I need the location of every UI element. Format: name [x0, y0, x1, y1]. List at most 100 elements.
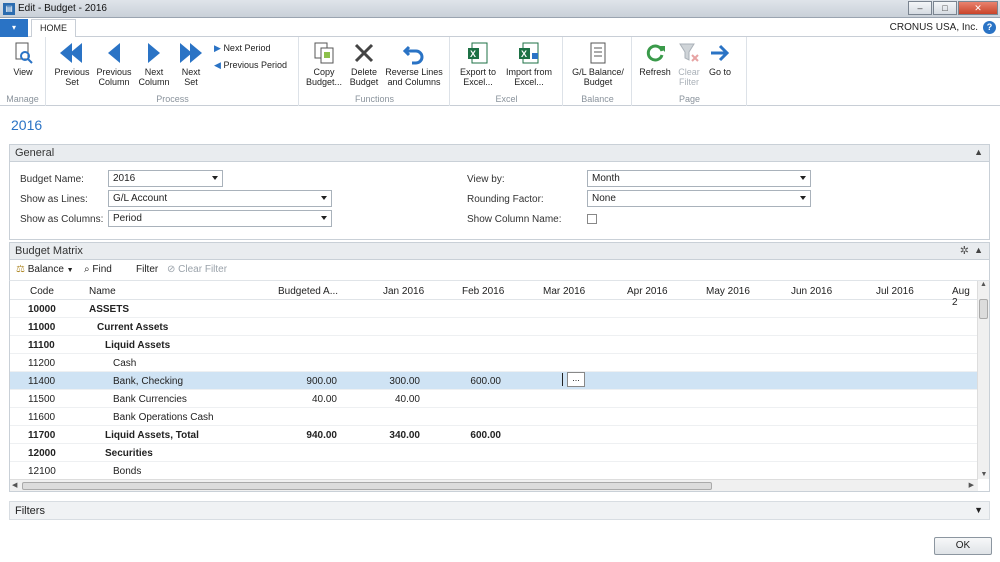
ok-button[interactable]: OK — [934, 537, 992, 555]
scroll-up-icon[interactable]: ▲ — [978, 281, 989, 288]
collapse-chevron-icon[interactable]: ▲ — [974, 147, 983, 157]
scroll-left-icon[interactable]: ◀ — [12, 481, 17, 489]
delete-budget-button[interactable]: Delete Budget — [346, 41, 382, 87]
balance-menu-button[interactable]: ⚖ Balance ▼ — [16, 264, 74, 275]
horizontal-scroll-thumb[interactable] — [22, 482, 712, 490]
dropdown-arrow-icon[interactable] — [800, 196, 806, 200]
scroll-down-icon[interactable]: ▼ — [978, 471, 989, 478]
row-name[interactable]: Bank, Checking — [113, 376, 183, 387]
row-budgeted-amount[interactable]: 940.00 — [306, 430, 337, 441]
show-column-name-checkbox[interactable] — [587, 214, 597, 224]
row-code[interactable]: 11500 — [28, 394, 55, 405]
row-jan-2016[interactable]: 40.00 — [395, 394, 420, 405]
table-row[interactable]: 10000 ASSETS — [10, 300, 978, 318]
filters-section-header[interactable]: Filters ▼ — [9, 501, 990, 520]
next-period-button[interactable]: ▶ Next Period — [214, 43, 270, 54]
gl-balance-budget-button[interactable]: G/L Balance/ Budget — [568, 41, 628, 87]
table-row[interactable]: 11600 Bank Operations Cash — [10, 408, 978, 426]
column-header-name[interactable]: Name — [89, 286, 116, 297]
expand-chevron-icon[interactable]: ▼ — [974, 505, 983, 515]
row-jan-2016[interactable]: 300.00 — [389, 376, 420, 387]
table-row[interactable]: 11100 Liquid Assets — [10, 336, 978, 354]
row-code[interactable]: 11100 — [28, 340, 55, 351]
row-code[interactable]: 12000 — [28, 448, 56, 459]
row-name[interactable]: Current Assets — [97, 322, 168, 333]
row-name[interactable]: Liquid Assets, Total — [105, 430, 199, 441]
tab-home[interactable]: HOME — [31, 19, 76, 38]
row-code[interactable]: 12100 — [28, 466, 56, 477]
filter-button[interactable]: Filter — [136, 264, 158, 275]
general-section-header[interactable]: General ▲ — [9, 144, 990, 162]
show-as-columns-select[interactable]: Period — [108, 210, 332, 227]
table-row[interactable]: 11500 Bank Currencies 40.00 40.00 — [10, 390, 978, 408]
table-row[interactable]: 11700 Liquid Assets, Total 940.00 340.00 600… — [10, 426, 978, 444]
column-header-may-2016[interactable]: May 2016 — [706, 286, 750, 297]
maximize-button[interactable]: □ — [933, 1, 957, 15]
next-set-button[interactable]: Next Set — [174, 41, 208, 87]
row-name[interactable]: Bonds — [113, 466, 141, 477]
row-name[interactable]: ASSETS — [89, 304, 129, 315]
row-feb-2016[interactable]: 600.00 — [470, 430, 501, 441]
vertical-scroll-thumb[interactable] — [979, 299, 988, 319]
import-from-excel-button[interactable]: X Import from Excel... — [501, 41, 557, 87]
horizontal-scrollbar[interactable]: ◀ ▶ — [10, 479, 978, 491]
settings-gear-icon[interactable]: ✲ — [960, 244, 969, 257]
column-header-mar-2016[interactable]: Mar 2016 — [543, 286, 585, 297]
column-header-budgeted[interactable]: Budgeted A... — [278, 286, 338, 297]
file-menu-button[interactable]: ▾ — [0, 19, 28, 37]
column-header-jan-2016[interactable]: Jan 2016 — [383, 286, 424, 297]
row-name[interactable]: Liquid Assets — [105, 340, 170, 351]
budget-matrix-header[interactable]: Budget Matrix ✲ ▲ — [9, 242, 990, 260]
row-feb-2016[interactable]: 600.00 — [470, 376, 501, 387]
row-budgeted-amount[interactable]: 900.00 — [306, 376, 337, 387]
refresh-button[interactable]: Refresh — [637, 41, 673, 77]
previous-set-button[interactable]: Previous Set — [51, 41, 93, 87]
rounding-factor-select[interactable]: None — [587, 190, 811, 207]
copy-budget-button[interactable]: Copy Budget... — [304, 41, 344, 87]
table-row[interactable]: 12000 Securities — [10, 444, 978, 462]
row-name[interactable]: Securities — [105, 448, 153, 459]
go-to-button[interactable]: Go to — [707, 41, 733, 77]
collapse-chevron-icon[interactable]: ▲ — [974, 245, 983, 255]
cell-lookup-button[interactable]: ... — [567, 372, 585, 387]
column-header-apr-2016[interactable]: Apr 2016 — [627, 286, 668, 297]
budget-name-field[interactable]: 2016 — [108, 170, 223, 187]
row-code[interactable]: 11700 — [28, 430, 55, 441]
column-header-jun-2016[interactable]: Jun 2016 — [791, 286, 832, 297]
previous-column-button[interactable]: Previous Column — [95, 41, 133, 87]
row-code[interactable]: 11000 — [28, 322, 55, 333]
table-row[interactable]: 11000 Current Assets — [10, 318, 978, 336]
row-code[interactable]: 11200 — [28, 358, 55, 369]
previous-period-button[interactable]: ◀ Previous Period — [214, 60, 287, 71]
dropdown-arrow-icon[interactable] — [800, 176, 806, 180]
row-name[interactable]: Bank Currencies — [113, 394, 187, 405]
table-row[interactable]: 11400 Bank, Checking 900.00 300.00 600.00 — [10, 372, 978, 390]
column-header-jul-2016[interactable]: Jul 2016 — [876, 286, 914, 297]
view-by-select[interactable]: Month — [587, 170, 811, 187]
row-name[interactable]: Cash — [113, 358, 136, 369]
column-header-feb-2016[interactable]: Feb 2016 — [462, 286, 504, 297]
show-as-lines-select[interactable]: G/L Account — [108, 190, 332, 207]
scroll-right-icon[interactable]: ▶ — [969, 481, 974, 489]
minimize-button[interactable]: – — [908, 1, 932, 15]
row-jan-2016[interactable]: 340.00 — [389, 430, 420, 441]
export-to-excel-button[interactable]: X Export to Excel... — [455, 41, 501, 87]
row-code[interactable]: 11400 — [28, 376, 55, 387]
clear-filter-button[interactable]: Clear Filter — [675, 41, 703, 87]
vertical-scrollbar[interactable]: ▲ ▼ — [977, 281, 989, 479]
dropdown-arrow-icon[interactable] — [321, 216, 327, 220]
view-button[interactable]: View — [8, 41, 38, 77]
row-name[interactable]: Bank Operations Cash — [113, 412, 214, 423]
dropdown-arrow-icon[interactable] — [212, 176, 218, 180]
close-button[interactable]: ✕ — [958, 1, 998, 15]
row-code[interactable]: 10000 — [28, 304, 56, 315]
clear-filter-toolbar-button[interactable]: ⊘ Clear Filter — [167, 264, 227, 275]
dropdown-arrow-icon[interactable] — [321, 196, 327, 200]
next-column-button[interactable]: Next Column — [136, 41, 172, 87]
help-icon[interactable]: ? — [983, 21, 996, 34]
row-code[interactable]: 11600 — [28, 412, 55, 423]
table-row[interactable]: 12100 Bonds — [10, 462, 978, 480]
reverse-lines-columns-button[interactable]: Reverse Lines and Columns — [384, 41, 444, 87]
row-budgeted-amount[interactable]: 40.00 — [312, 394, 337, 405]
column-header-code[interactable]: Code — [30, 286, 54, 297]
